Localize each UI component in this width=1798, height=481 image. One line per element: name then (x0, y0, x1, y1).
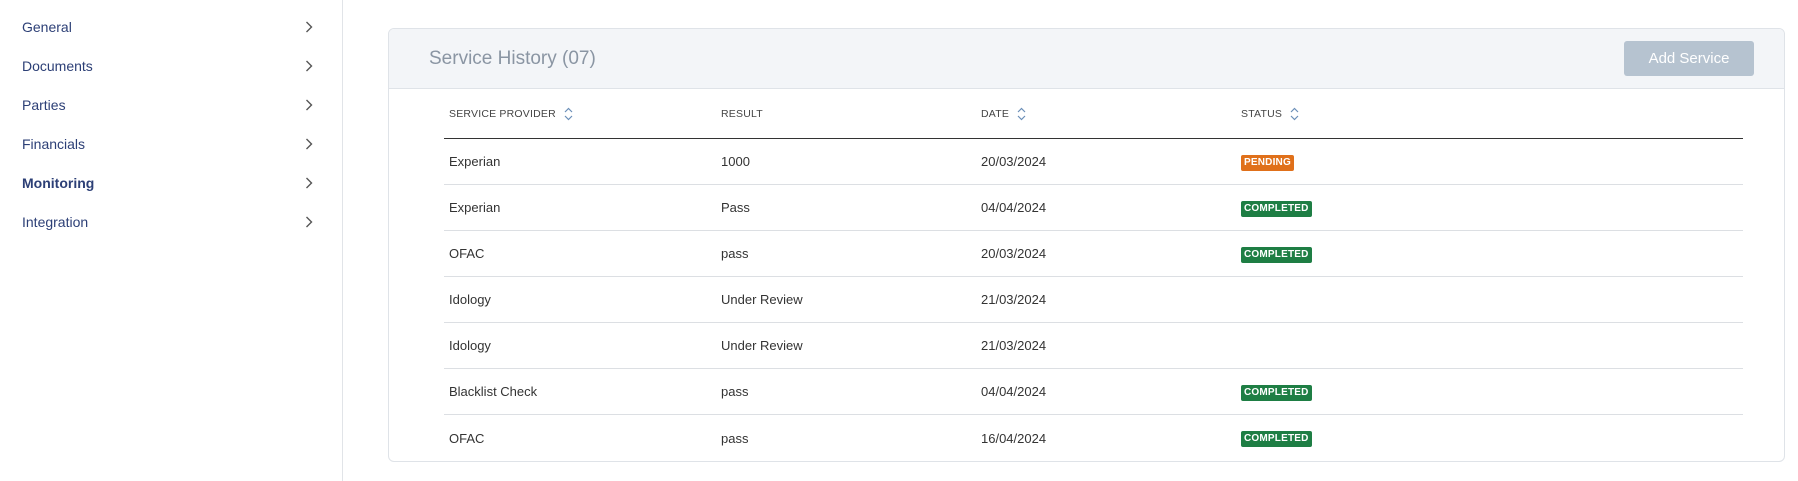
cell-status: COMPLETED (1236, 199, 1743, 217)
table-body: Experian 1000 20/03/2024 PENDING Experia… (444, 139, 1743, 461)
cell-service-provider: OFAC (449, 430, 485, 446)
chevron-right-icon (304, 99, 314, 110)
cell-date: 16/04/2024 (981, 430, 1047, 446)
status-badge: COMPLETED (1241, 246, 1312, 263)
chevron-right-icon (304, 138, 314, 149)
cell-date: 20/03/2024 (981, 246, 1047, 261)
cell-service-provider: Experian (449, 200, 501, 215)
column-header-date: DATE (976, 107, 1236, 121)
column-header-service-provider: SERVICE PROVIDER (444, 107, 716, 121)
sort-updown-icon[interactable] (564, 107, 573, 121)
cell-date: 21/03/2024 (981, 292, 1047, 307)
cell-date: 21/03/2024 (981, 338, 1047, 353)
cell-date: 20/03/2024 (981, 154, 1047, 169)
table-row[interactable]: Idology Under Review 21/03/2024 (444, 277, 1743, 323)
sort-updown-icon[interactable] (1290, 107, 1299, 121)
sidebar-item-documents[interactable]: Documents (0, 46, 342, 85)
service-history-card: Service History (07) Add Service SERVICE… (388, 28, 1785, 462)
table-header: SERVICE PROVIDER RESULT DATE STATUS (444, 89, 1743, 139)
cell-service-provider: Blacklist Check (449, 384, 538, 399)
status-badge: COMPLETED (1241, 431, 1312, 447)
sidebar-item-label: Integration (22, 213, 89, 230)
sidebar-item-monitoring[interactable]: Monitoring (0, 163, 342, 202)
cell-status: COMPLETED (1236, 429, 1743, 447)
table-row[interactable]: Blacklist Check pass 04/04/2024 COMPLETE… (444, 369, 1743, 415)
sidebar-item-general[interactable]: General (0, 7, 342, 46)
sidebar-item-parties[interactable]: Parties (0, 85, 342, 124)
table-row[interactable]: Idology Under Review 21/03/2024 (444, 323, 1743, 369)
sidebar-item-label: Monitoring (22, 174, 95, 191)
service-history-table: SERVICE PROVIDER RESULT DATE STATUS Expe… (444, 89, 1743, 461)
table-row[interactable]: Experian 1000 20/03/2024 PENDING (444, 139, 1743, 185)
cell-result: pass (721, 384, 749, 399)
sidebar: General Documents Parties Financials Mon… (0, 0, 343, 481)
status-badge: PENDING (1241, 154, 1294, 171)
sidebar-item-label: Financials (22, 135, 86, 152)
cell-service-provider: Experian (449, 154, 501, 169)
sidebar-item-label: Parties (22, 96, 66, 113)
chevron-right-icon (304, 21, 314, 32)
status-badge: COMPLETED (1241, 200, 1312, 217)
cell-result: Pass (721, 200, 750, 215)
table-row[interactable]: Experian Pass 04/04/2024 COMPLETED (444, 185, 1743, 231)
chevron-right-icon (304, 177, 314, 188)
sort-updown-icon[interactable] (1017, 107, 1026, 121)
cell-date: 04/04/2024 (981, 384, 1047, 399)
table-row[interactable]: OFAC pass 20/03/2024 COMPLETED (444, 231, 1743, 277)
cell-service-provider: Idology (449, 292, 491, 307)
chevron-right-icon (304, 216, 314, 227)
card-header: Service History (07) Add Service (389, 29, 1784, 89)
card-title: Service History (07) (429, 47, 596, 69)
cell-status: COMPLETED (1236, 383, 1743, 401)
sidebar-item-integration[interactable]: Integration (0, 202, 342, 241)
sidebar-item-label: General (22, 18, 72, 35)
cell-service-provider: Idology (449, 338, 491, 353)
cell-status: COMPLETED (1236, 245, 1743, 263)
cell-service-provider: OFAC (449, 246, 485, 261)
cell-result: Under Review (721, 292, 803, 307)
cell-result: 1000 (721, 154, 750, 169)
status-badge: COMPLETED (1241, 384, 1312, 401)
main-content: Service History (07) Add Service SERVICE… (343, 0, 1798, 481)
column-header-status: STATUS (1236, 107, 1743, 121)
table-row[interactable]: OFAC pass 16/04/2024 COMPLETED (444, 415, 1743, 461)
cell-status: PENDING (1236, 153, 1743, 171)
cell-result: pass (721, 430, 749, 446)
sidebar-item-label: Documents (22, 57, 93, 74)
chevron-right-icon (304, 60, 314, 71)
add-service-button[interactable]: Add Service (1624, 41, 1754, 76)
column-header-result: RESULT (721, 107, 763, 120)
cell-result: Under Review (721, 338, 803, 353)
cell-date: 04/04/2024 (981, 200, 1047, 215)
cell-result: pass (721, 246, 749, 261)
sidebar-item-financials[interactable]: Financials (0, 124, 342, 163)
